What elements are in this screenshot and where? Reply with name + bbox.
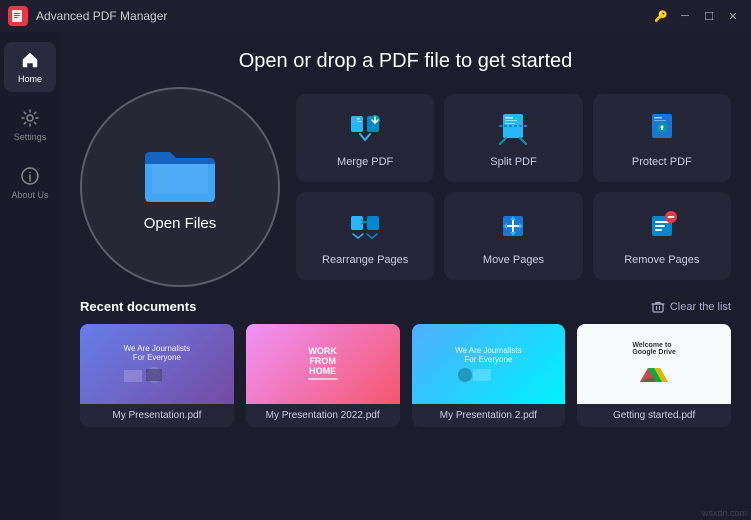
sidebar-item-home[interactable]: Home [4, 42, 56, 92]
move-pages-card[interactable]: Move Pages [444, 192, 582, 280]
merge-pdf-card[interactable]: Merge PDF [296, 94, 434, 182]
about-icon [20, 166, 40, 186]
doc-thumb-content-3: We Are JournalistsFor Everyone [451, 342, 526, 387]
clear-icon [651, 300, 665, 314]
sidebar-about-label: About Us [11, 190, 48, 200]
doc-name-4: Getting started.pdf [577, 404, 731, 427]
minimize-btn[interactable]: ─ [675, 6, 695, 26]
split-icon [493, 108, 533, 148]
move-icon [493, 206, 533, 246]
maximize-btn[interactable]: ☐ [699, 6, 719, 26]
tools-area: Open Files [60, 87, 751, 287]
doc-card-2[interactable]: WORKFROMHOME My Presentation 2022.pdf [246, 324, 400, 427]
sidebar-item-settings[interactable]: Settings [4, 100, 56, 150]
close-btn[interactable]: ✕ [723, 6, 743, 26]
move-label: Move Pages [483, 254, 544, 266]
recent-docs-list: We Are JournalistsFor Everyone My Presen… [80, 324, 731, 427]
sidebar: Home Settings About Us [0, 32, 60, 520]
app-icon [8, 6, 28, 26]
doc-thumbnail-2: WORKFROMHOME [246, 324, 400, 404]
remove-pages-card[interactable]: Remove Pages [593, 192, 731, 280]
key-btn[interactable]: 🔑 [651, 6, 671, 26]
open-files-button[interactable]: Open Files [80, 87, 280, 287]
doc-name-1: My Presentation.pdf [80, 404, 234, 427]
doc-card-4[interactable]: Welcome toGoogle Drive Getting started [577, 324, 731, 427]
sidebar-home-label: Home [18, 74, 42, 84]
recent-title: Recent documents [80, 299, 196, 314]
settings-icon [20, 108, 40, 128]
sidebar-item-about[interactable]: About Us [4, 158, 56, 208]
title-bar-left: Advanced PDF Manager [8, 6, 167, 26]
main-layout: Home Settings About Us Open or [0, 32, 751, 520]
open-files-label: Open Files [144, 215, 217, 232]
protect-pdf-card[interactable]: Protect PDF [593, 94, 731, 182]
merge-icon [345, 108, 385, 148]
doc-thumbnail-1: We Are JournalistsFor Everyone [80, 324, 234, 404]
watermark: wsxdn.com [702, 508, 747, 518]
protect-label: Protect PDF [632, 156, 692, 168]
doc-card-3[interactable]: We Are JournalistsFor Everyone My Presen… [412, 324, 566, 427]
doc-name-3: My Presentation 2.pdf [412, 404, 566, 427]
protect-icon [642, 108, 682, 148]
folder-icon [140, 142, 220, 207]
doc-name-2: My Presentation 2022.pdf [246, 404, 400, 427]
remove-icon [642, 206, 682, 246]
open-files-container: Open Files [80, 87, 280, 287]
recent-header: Recent documents Clear the list [80, 299, 731, 314]
app-title: Advanced PDF Manager [36, 9, 167, 23]
doc-card-1[interactable]: We Are JournalistsFor Everyone My Presen… [80, 324, 234, 427]
clear-list-label: Clear the list [670, 301, 731, 313]
rearrange-icon [345, 206, 385, 246]
split-pdf-card[interactable]: Split PDF [444, 94, 582, 182]
tools-grid: Merge PDF Split PDF [296, 94, 731, 280]
window-controls: 🔑 ─ ☐ ✕ [651, 6, 743, 26]
remove-label: Remove Pages [624, 254, 699, 266]
merge-label: Merge PDF [337, 156, 393, 168]
doc-thumbnail-4: Welcome toGoogle Drive [577, 324, 731, 404]
rearrange-label: Rearrange Pages [322, 254, 408, 266]
rearrange-pages-card[interactable]: Rearrange Pages [296, 192, 434, 280]
doc-thumbnail-3: We Are JournalistsFor Everyone [412, 324, 566, 404]
title-bar: Advanced PDF Manager 🔑 ─ ☐ ✕ [0, 0, 751, 32]
doc-thumb-content-2: WORKFROMHOME [304, 342, 342, 386]
sidebar-settings-label: Settings [14, 132, 47, 142]
home-icon [20, 50, 40, 70]
clear-list-button[interactable]: Clear the list [651, 300, 731, 314]
doc-thumb-content-1: We Are JournalistsFor Everyone [120, 340, 195, 389]
split-label: Split PDF [490, 156, 536, 168]
page-header: Open or drop a PDF file to get started [60, 32, 751, 87]
recent-section: Recent documents Clear the list We Are J [60, 287, 751, 427]
content-area: Open or drop a PDF file to get started O… [60, 32, 751, 520]
